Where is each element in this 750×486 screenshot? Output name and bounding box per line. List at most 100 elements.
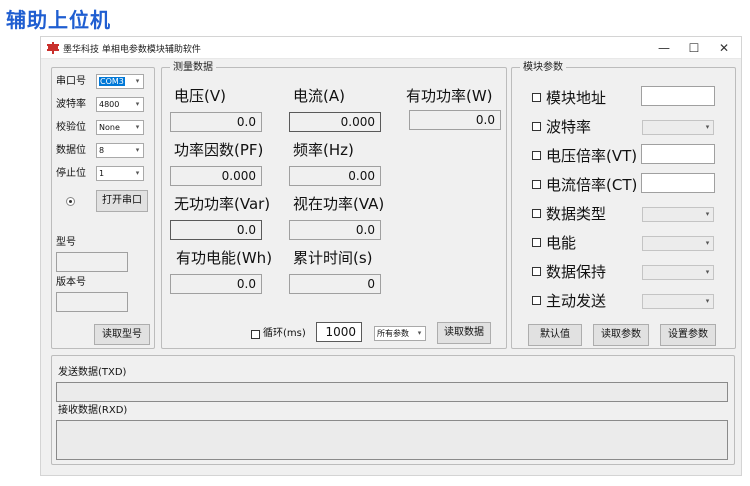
- comm-panel: 发送数据(TXD) 接收数据(RXD): [51, 355, 735, 465]
- voltage-field: 0.0: [170, 112, 262, 132]
- baud-value: 4800: [99, 100, 120, 109]
- title-bar: 墨华科技 单相电参数模块辅助软件 — ☐ ✕: [41, 37, 741, 59]
- app-window: 墨华科技 单相电参数模块辅助软件 — ☐ ✕ 串口号 COM3 ▾ 波特率 48…: [40, 36, 742, 476]
- page-heading: 辅助上位机: [6, 8, 111, 32]
- reactive-power-field: 0.0: [170, 220, 262, 240]
- frequency-label: 频率(Hz): [293, 141, 354, 159]
- model-field: [56, 252, 128, 272]
- databits-select[interactable]: 8 ▾: [96, 143, 144, 158]
- read-params-button[interactable]: 读取参数: [593, 324, 649, 346]
- apparent-power-label: 视在功率(VA): [293, 195, 385, 213]
- chevron-down-icon: ▾: [135, 123, 140, 131]
- parity-select[interactable]: None ▾: [96, 120, 144, 135]
- read-data-button[interactable]: 读取数据: [437, 322, 491, 344]
- active-power-label: 有功功率(W): [406, 87, 493, 105]
- data-hold-checkbox[interactable]: [532, 267, 541, 276]
- power-factor-label: 功率因数(PF): [174, 141, 264, 159]
- address-checkbox[interactable]: [532, 93, 541, 102]
- loop-checkbox[interactable]: [251, 330, 260, 339]
- parity-value: None: [99, 123, 120, 132]
- chevron-down-icon: ▾: [705, 210, 710, 218]
- app-logo-icon: [47, 42, 59, 54]
- minimize-icon[interactable]: —: [649, 39, 679, 57]
- version-field: [56, 292, 128, 312]
- default-button[interactable]: 默认值: [528, 324, 582, 346]
- window-title: 墨华科技 单相电参数模块辅助软件: [63, 45, 201, 55]
- vt-input[interactable]: [641, 144, 715, 164]
- chevron-down-icon: ▾: [417, 329, 422, 337]
- databits-value: 8: [99, 146, 105, 155]
- module-baud-select[interactable]: ▾: [642, 120, 714, 135]
- module-energy-label: 电能: [546, 234, 577, 252]
- serial-panel: 串口号 COM3 ▾ 波特率 4800 ▾ 校验位 None ▾ 数据位 8 ▾…: [51, 67, 155, 349]
- cumulative-time-field: 0: [289, 274, 381, 294]
- apparent-power-field: 0.0: [289, 220, 381, 240]
- stopbits-label: 停止位: [56, 168, 86, 179]
- param-select[interactable]: 所有参数 ▾: [374, 326, 426, 341]
- energy-field: 0.0: [170, 274, 262, 294]
- port-value: COM3: [99, 77, 125, 86]
- data-type-label: 数据类型: [546, 205, 607, 223]
- close-icon[interactable]: ✕: [709, 39, 739, 57]
- txd-field: [56, 382, 728, 402]
- chevron-down-icon: ▾: [135, 77, 140, 85]
- rxd-field: [56, 420, 728, 460]
- module-panel: 模块参数 模块地址 波特率 ▾ 电压倍率(VT) 电流倍率(CT) 数据类型 ▾…: [511, 61, 736, 349]
- cumulative-time-label: 累计时间(s): [293, 249, 373, 267]
- chevron-down-icon: ▾: [135, 100, 140, 108]
- current-field: 0.000: [289, 112, 381, 132]
- data-type-select[interactable]: ▾: [642, 207, 714, 222]
- energy-checkbox[interactable]: [532, 238, 541, 247]
- active-power-field: 0.0: [409, 110, 501, 130]
- baud-label: 波特率: [56, 99, 86, 110]
- loop-label: 循环(ms): [263, 328, 306, 339]
- data-hold-label: 数据保持: [546, 263, 607, 281]
- energy-label: 有功电能(Wh): [176, 249, 273, 267]
- module-baud-checkbox[interactable]: [532, 122, 541, 131]
- chevron-down-icon: ▾: [705, 297, 710, 305]
- rxd-label: 接收数据(RXD): [58, 405, 128, 416]
- ct-label: 电流倍率(CT): [546, 176, 638, 194]
- maximize-icon[interactable]: ☐: [679, 39, 709, 57]
- port-status-indicator: [66, 197, 75, 206]
- loop-interval-input[interactable]: 1000: [316, 322, 362, 342]
- data-type-checkbox[interactable]: [532, 209, 541, 218]
- read-model-button[interactable]: 读取型号: [94, 324, 150, 345]
- module-panel-title: 模块参数: [520, 61, 566, 74]
- open-port-button[interactable]: 打开串口: [96, 190, 148, 212]
- databits-label: 数据位: [56, 145, 86, 156]
- chevron-down-icon: ▾: [135, 169, 140, 177]
- port-select[interactable]: COM3 ▾: [96, 74, 144, 89]
- parity-label: 校验位: [56, 122, 86, 133]
- ct-checkbox[interactable]: [532, 180, 541, 189]
- measure-panel: 测量数据 电压(V) 电流(A) 有功功率(W) 0.0 0.000 0.0 功…: [161, 61, 507, 349]
- chevron-down-icon: ▾: [705, 268, 710, 276]
- port-label: 串口号: [56, 76, 86, 87]
- address-input[interactable]: [641, 86, 715, 106]
- ct-input[interactable]: [641, 173, 715, 193]
- param-select-value: 所有参数: [377, 329, 409, 338]
- stopbits-value: 1: [99, 169, 105, 178]
- active-send-checkbox[interactable]: [532, 296, 541, 305]
- txd-label: 发送数据(TXD): [58, 367, 127, 378]
- vt-checkbox[interactable]: [532, 151, 541, 160]
- measure-panel-title: 测量数据: [170, 61, 216, 74]
- data-hold-select[interactable]: ▾: [642, 265, 714, 280]
- current-label: 电流(A): [293, 87, 345, 105]
- stopbits-select[interactable]: 1 ▾: [96, 166, 144, 181]
- active-send-select[interactable]: ▾: [642, 294, 714, 309]
- module-baud-label: 波特率: [546, 118, 592, 136]
- model-label: 型号: [56, 237, 76, 248]
- chevron-down-icon: ▾: [705, 239, 710, 247]
- power-factor-field: 0.000: [170, 166, 262, 186]
- active-send-label: 主动发送: [546, 292, 607, 310]
- vt-label: 电压倍率(VT): [546, 147, 638, 165]
- set-params-button[interactable]: 设置参数: [660, 324, 716, 346]
- voltage-label: 电压(V): [174, 87, 226, 105]
- version-label: 版本号: [56, 277, 86, 288]
- energy-select[interactable]: ▾: [642, 236, 714, 251]
- reactive-power-label: 无功功率(Var): [174, 195, 271, 213]
- chevron-down-icon: ▾: [135, 146, 140, 154]
- chevron-down-icon: ▾: [705, 123, 710, 131]
- baud-select[interactable]: 4800 ▾: [96, 97, 144, 112]
